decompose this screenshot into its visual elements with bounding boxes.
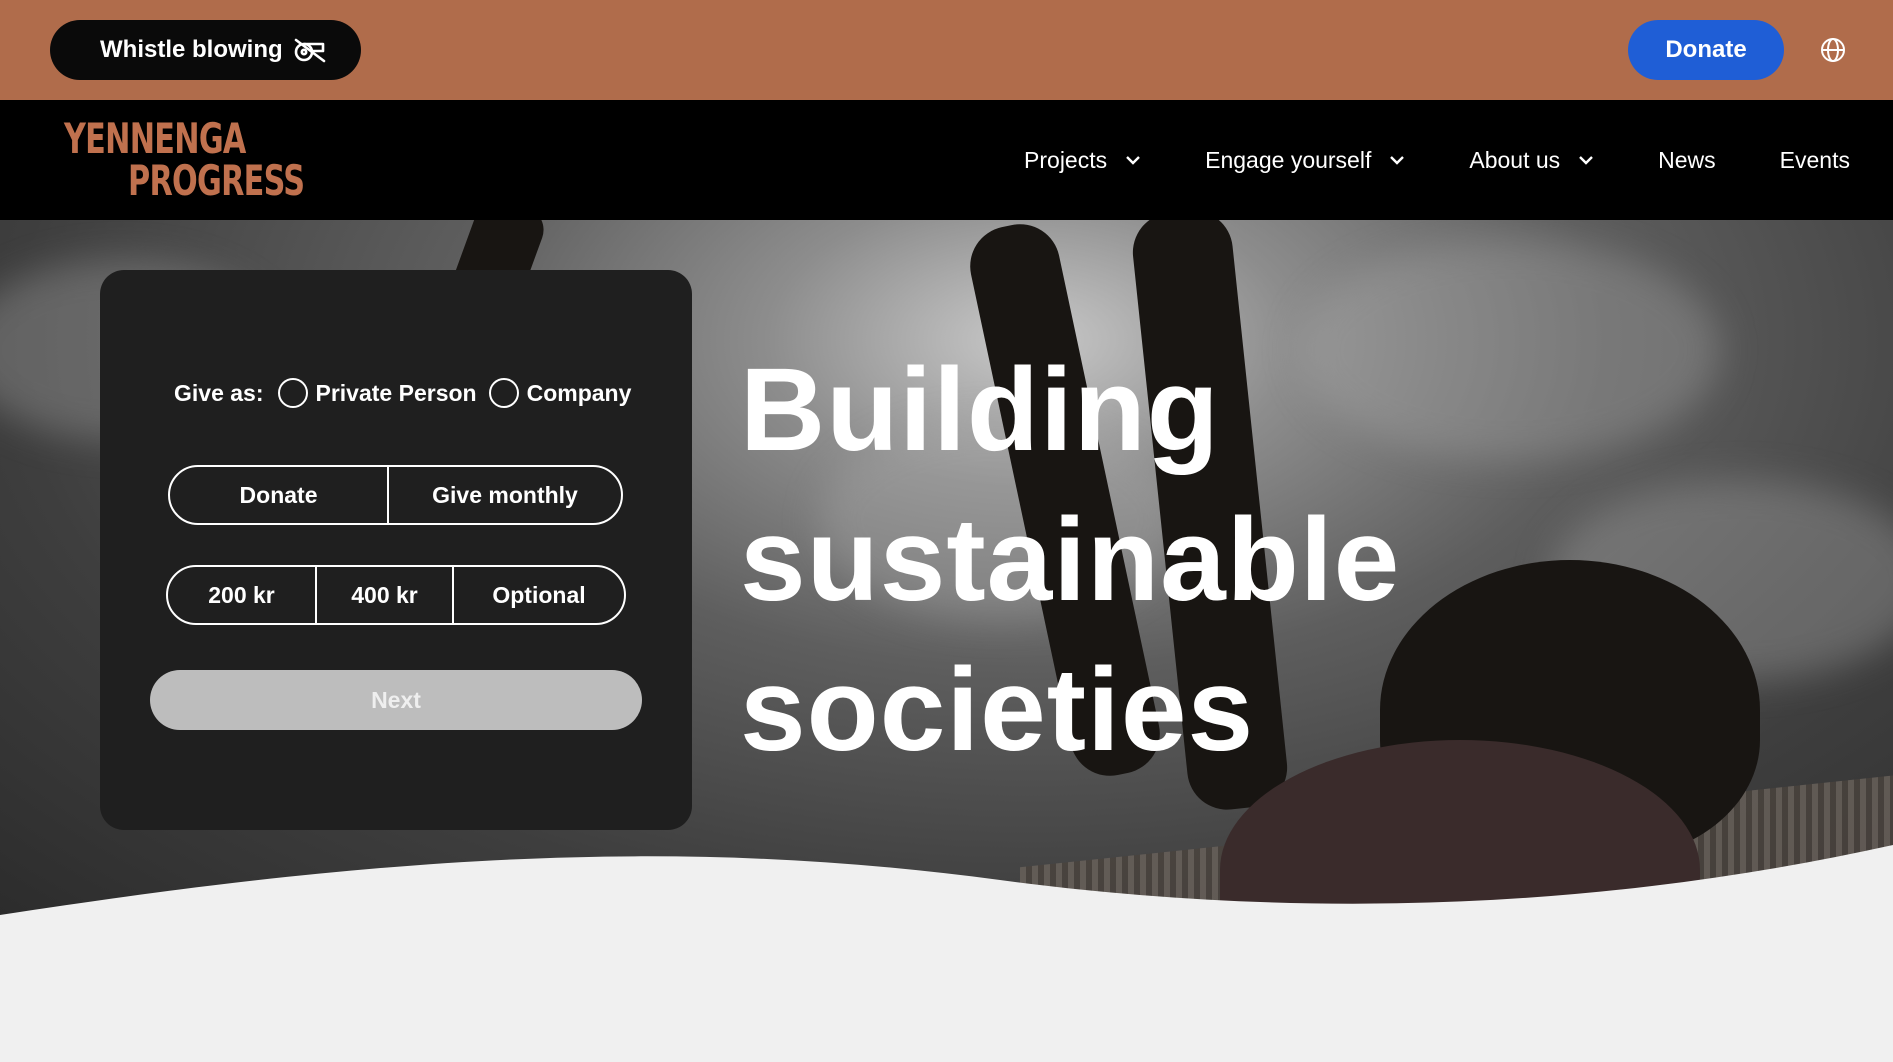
logo-line-1: YENNENGA xyxy=(64,114,246,163)
chevron-down-icon xyxy=(1126,156,1140,165)
nav-item-label: Engage yourself xyxy=(1205,146,1372,173)
amount-option-200[interactable]: 200 kr xyxy=(168,567,315,623)
top-bar: Whistle blowing Donate xyxy=(0,0,1893,100)
headline-line-2: sustainable xyxy=(740,494,1401,626)
private-person-label[interactable]: Private Person xyxy=(316,380,477,407)
chevron-down-icon xyxy=(1390,156,1405,165)
private-person-radio[interactable] xyxy=(277,378,308,408)
give-as-label: Give as: xyxy=(174,379,264,406)
donate-once-option[interactable]: Donate xyxy=(170,467,387,523)
give-monthly-option[interactable]: Give monthly xyxy=(387,467,621,523)
whistle-blowing-button[interactable]: Whistle blowing xyxy=(50,20,361,80)
amount-option-optional[interactable]: Optional xyxy=(452,567,624,623)
next-label: Next xyxy=(371,686,421,713)
donation-card xyxy=(100,270,692,830)
site-logo[interactable]: YENNENGA PROGRESS xyxy=(64,118,468,202)
globe-icon[interactable] xyxy=(1820,37,1846,63)
whistle-blowing-label: Whistle blowing xyxy=(100,36,283,63)
company-label[interactable]: Company xyxy=(527,380,632,407)
headline-line-3: societies xyxy=(740,644,1255,776)
nav-item-news[interactable]: News xyxy=(1658,147,1716,174)
headline-line-1: Building xyxy=(740,344,1220,476)
company-radio[interactable] xyxy=(488,378,519,408)
nav-item-events[interactable]: Events xyxy=(1780,147,1850,174)
whistle-icon xyxy=(294,38,325,63)
donate-top-label: Donate xyxy=(1665,36,1747,63)
hero-wave-divider xyxy=(0,845,1893,1062)
nav-item-engage-yourself[interactable]: Engage yourself xyxy=(1205,147,1405,174)
next-button[interactable]: Next xyxy=(150,670,642,730)
nav-item-label: Events xyxy=(1779,146,1850,173)
logo-line-2: PROGRESS xyxy=(128,156,305,205)
amount-selector: 200 kr 400 kr Optional xyxy=(166,565,626,625)
nav-item-projects[interactable]: Projects xyxy=(1024,147,1141,174)
nav-item-label: News xyxy=(1658,146,1716,173)
hero-headline: Building sustainable societies xyxy=(740,335,1400,785)
frequency-toggle: Donate Give monthly xyxy=(168,465,623,525)
nav-menu: Projects Engage yourself About us News E… xyxy=(960,140,1850,180)
nav-item-label: About us xyxy=(1469,146,1561,173)
give-as-row: Give as: Private Person Company xyxy=(174,378,631,408)
donate-top-button[interactable]: Donate xyxy=(1628,20,1784,80)
amount-option-400[interactable]: 400 kr xyxy=(315,567,452,623)
chevron-down-icon xyxy=(1579,156,1594,165)
nav-item-label: Projects xyxy=(1024,146,1108,173)
nav-item-about-us[interactable]: About us xyxy=(1469,147,1594,174)
